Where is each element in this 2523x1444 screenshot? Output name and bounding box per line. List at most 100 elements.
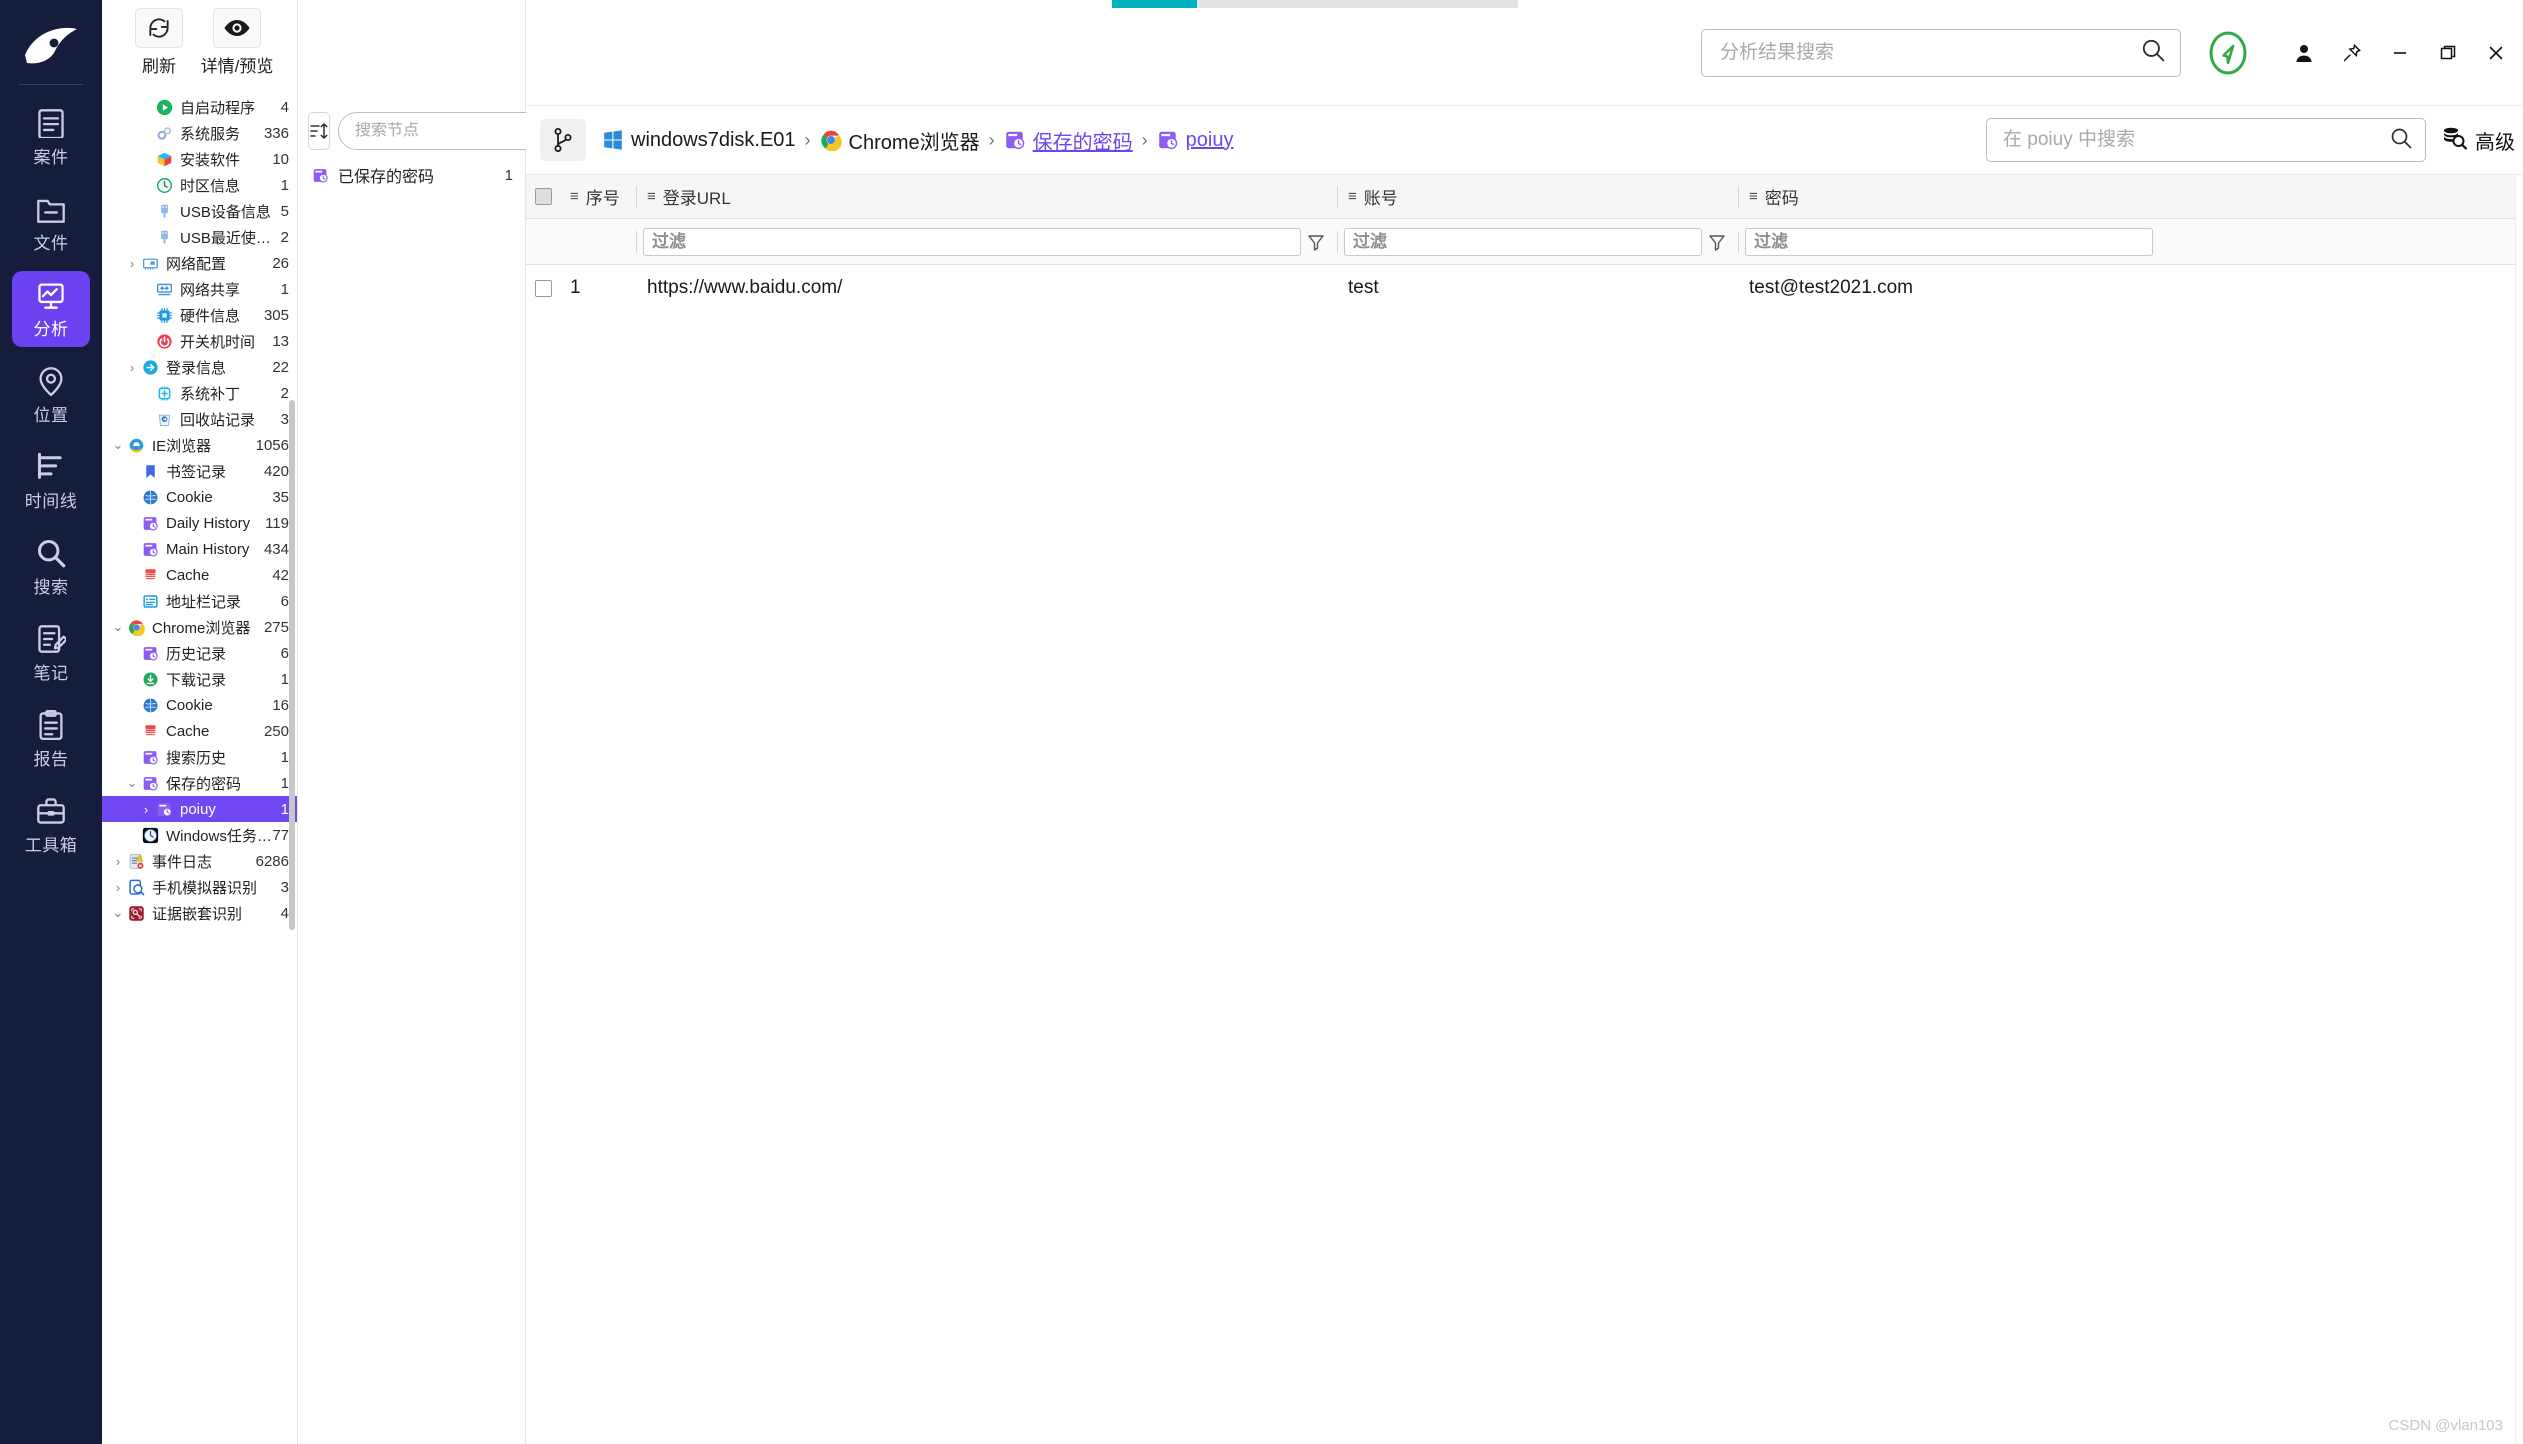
tree-item[interactable]: ⌄ 保存的密码 1 [102, 770, 297, 796]
minimize-icon[interactable] [2387, 40, 2413, 66]
tree-item[interactable]: Daily History 119 [102, 510, 297, 536]
rail-item-5[interactable]: 时间线 [12, 443, 90, 519]
chevron-right-icon[interactable]: › [124, 360, 140, 375]
tree-item[interactable]: 安装软件 10 [102, 146, 297, 172]
tree-item[interactable]: ⌄ IE浏览器 1056 [102, 432, 297, 458]
global-search-wrap [1701, 28, 2181, 77]
breadcrumb-item-1[interactable]: windows7disk.E01 [602, 129, 796, 152]
breadcrumb-item-2[interactable]: Chrome浏览器 [820, 126, 980, 155]
rail-item-8[interactable]: 报告 [12, 701, 90, 777]
window-controls [2291, 40, 2509, 66]
chevron-down-icon[interactable]: ⌄ [110, 619, 126, 635]
history-icon [1004, 129, 1026, 151]
filter-account-funnel-icon[interactable] [1702, 232, 1732, 252]
tree-item[interactable]: 自启动程序 4 [102, 94, 297, 120]
tree-item[interactable]: 回收站记录 3 [102, 406, 297, 432]
tree-item-label: poiuy [180, 800, 216, 818]
tree-item[interactable]: › 登录信息 22 [102, 354, 297, 380]
chevron-down-icon[interactable]: ⌄ [110, 905, 126, 921]
row-checkbox[interactable] [534, 279, 552, 297]
global-search-input[interactable] [1720, 41, 2140, 64]
chevron-right-icon[interactable]: › [124, 256, 140, 271]
rail-item-2[interactable]: 文件 [12, 185, 90, 261]
pin-icon[interactable] [2339, 40, 2365, 66]
breadcrumb-item-4[interactable]: poiuy [1157, 129, 1233, 152]
tree-item[interactable]: › 网络配置 26 [102, 250, 297, 276]
scoped-search-input[interactable] [2003, 129, 2389, 151]
addressbar-icon [140, 593, 160, 610]
chevron-down-icon[interactable]: ⌄ [110, 437, 126, 453]
tree-item[interactable]: ⌄ 证据嵌套识别 4 [102, 900, 297, 926]
tree-item[interactable]: Windows任务计划77 [102, 822, 297, 848]
filter-url-input[interactable] [652, 231, 1300, 252]
rail-item-4[interactable]: 位置 [12, 357, 90, 433]
filter-url-funnel-icon[interactable] [1301, 232, 1331, 252]
node-item-list: 已保存的密码 1 [298, 160, 525, 190]
detail-preview-button[interactable]: 详情/预览 [198, 8, 276, 77]
column-header-url[interactable]: ≡ 登录URL [637, 175, 1337, 218]
filter-account-input[interactable] [1353, 231, 1701, 252]
tree-item-label: 下载记录 [166, 671, 227, 689]
rail-item-label: 分析 [33, 320, 69, 339]
evidence-tree: 自启动程序 4 系统服务 336 安装软件 10 时区信息 1 USB设备信息 5 USB最近使用记… [102, 0, 297, 926]
download-icon [140, 671, 160, 688]
table-row[interactable]: 1 https://www.baidu.com/test test@test2021… [526, 265, 2523, 311]
app-logo [15, 14, 87, 80]
tree-item-label: Cache [166, 566, 210, 584]
node-list-item[interactable]: 已保存的密码 1 [298, 160, 525, 190]
tree-item[interactable]: Cookie 16 [102, 692, 297, 718]
search-icon[interactable] [2140, 37, 2166, 68]
search-icon[interactable] [2389, 126, 2413, 155]
tree-item[interactable]: 搜索历史 1 [102, 744, 297, 770]
tree-item[interactable]: Main History 434 [102, 536, 297, 562]
advanced-search-button[interactable]: 高级 [2442, 125, 2523, 156]
tree-item[interactable]: Cache 250 [102, 718, 297, 744]
tree-item[interactable]: 系统补丁 2 [102, 380, 297, 406]
refresh-button[interactable]: 刷新 [120, 8, 198, 77]
column-header-account[interactable]: ≡ 账号 [1338, 175, 1738, 218]
tree-item[interactable]: 网络共享 1 [102, 276, 297, 302]
tree-item[interactable]: › 事件日志 6286 [102, 848, 297, 874]
tree-item[interactable]: › 手机模拟器识别 3 [102, 874, 297, 900]
tree-item[interactable]: 时区信息 1 [102, 172, 297, 198]
tree-item[interactable]: 书签记录 420 [102, 458, 297, 484]
tree-item[interactable]: USB最近使用记录2 [102, 224, 297, 250]
tree-item-label: Chrome浏览器 [152, 619, 251, 637]
tree-item[interactable]: 下载记录 1 [102, 666, 297, 692]
sort-icon[interactable] [308, 112, 330, 150]
rail-item-6[interactable]: 搜索 [12, 529, 90, 605]
rail-item-3[interactable]: 分析 [12, 271, 90, 347]
tree-item[interactable]: 系统服务 336 [102, 120, 297, 146]
send-icon[interactable] [2203, 28, 2253, 78]
tree-item[interactable]: 硬件信息 305 [102, 302, 297, 328]
maximize-icon[interactable] [2435, 40, 2461, 66]
history-icon [154, 801, 174, 818]
select-all-checkbox[interactable] [534, 188, 552, 205]
branch-icon[interactable] [540, 119, 586, 161]
column-header-password[interactable]: ≡ 密码 [1739, 175, 2159, 218]
tree-item-label: 回收站记录 [180, 411, 256, 429]
user-icon[interactable] [2291, 40, 2317, 66]
chevron-right-icon[interactable]: › [138, 802, 154, 817]
tree-item[interactable]: Cache 42 [102, 562, 297, 588]
tree-item-selected[interactable]: › poiuy 1 [102, 796, 297, 822]
tree-item[interactable]: 地址栏记录 6 [102, 588, 297, 614]
chevron-down-icon[interactable]: ⌄ [124, 775, 140, 791]
rail-item-7[interactable]: 笔记 [12, 615, 90, 691]
chip-icon [154, 307, 174, 324]
column-header-index[interactable]: ≡ 序号 [560, 175, 636, 218]
tree-item[interactable]: 开关机时间 13 [102, 328, 297, 354]
rail-item-1[interactable]: 案件 [12, 99, 90, 175]
breadcrumb-item-3[interactable]: 保存的密码 [1004, 126, 1133, 155]
chevron-right-icon[interactable]: › [110, 854, 126, 869]
tree-item[interactable]: 历史记录 6 [102, 640, 297, 666]
filter-password-input[interactable] [1754, 231, 2152, 252]
close-icon[interactable] [2483, 40, 2509, 66]
content-vertical-scrollbar[interactable] [2515, 175, 2523, 1444]
chevron-right-icon[interactable]: › [110, 880, 126, 895]
tree-scrollbar[interactable] [289, 400, 295, 930]
tree-item[interactable]: ⌄ Chrome浏览器 275 [102, 614, 297, 640]
tree-item[interactable]: USB设备信息 5 [102, 198, 297, 224]
tree-item[interactable]: Cookie 35 [102, 484, 297, 510]
rail-item-9[interactable]: 工具箱 [12, 787, 90, 863]
